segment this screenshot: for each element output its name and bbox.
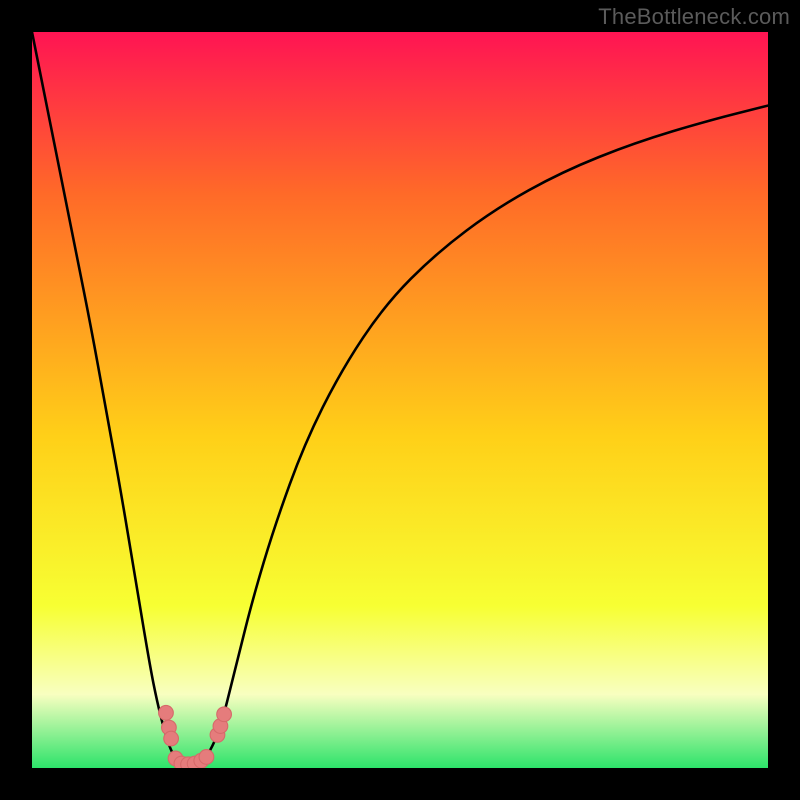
data-marker [199,750,214,765]
watermark-text: TheBottleneck.com [598,4,790,30]
chart-frame: TheBottleneck.com [0,0,800,800]
curve-markers [159,705,232,768]
plot-area [32,32,768,768]
data-marker [217,707,232,722]
data-marker [159,705,174,720]
curve-path [32,32,768,766]
data-marker [164,731,179,746]
bottleneck-curve [32,32,768,768]
